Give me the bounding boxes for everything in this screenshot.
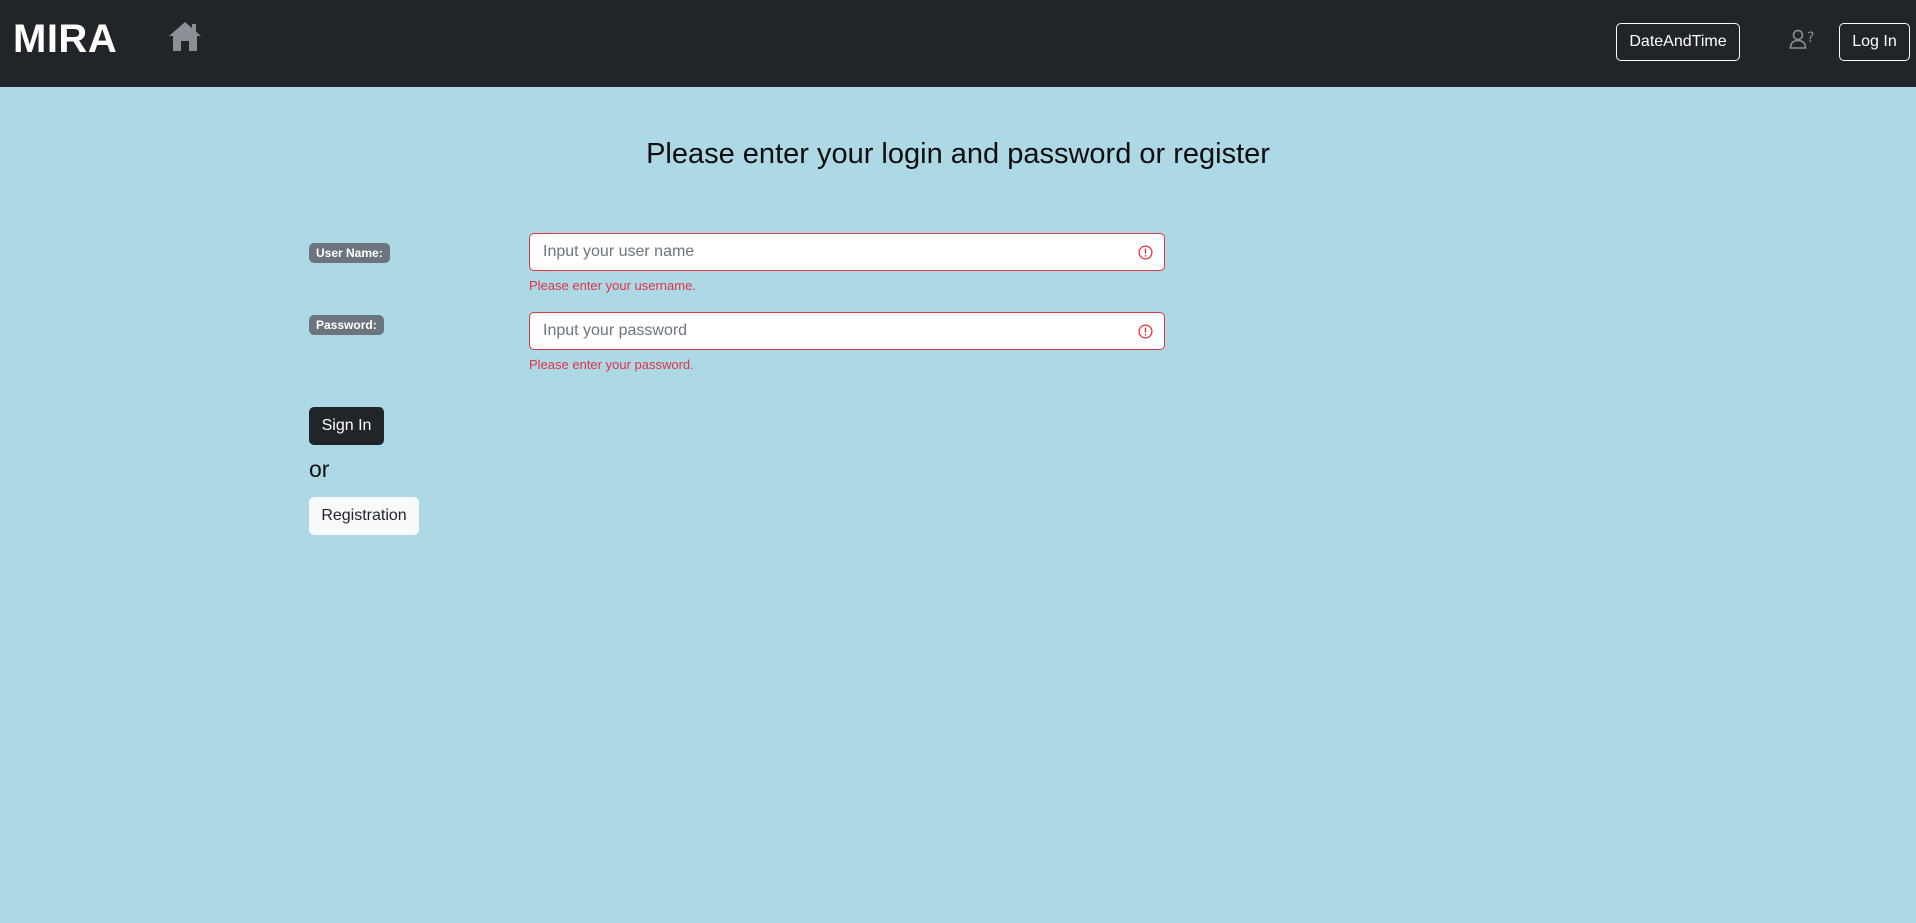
page-title: Please enter your login and password or … bbox=[646, 138, 1270, 170]
home-icon[interactable] bbox=[167, 19, 203, 53]
password-error: Please enter your password. bbox=[529, 357, 694, 372]
error-icon bbox=[1138, 245, 1153, 260]
username-field-wrapper bbox=[529, 233, 1165, 271]
password-label: Password: bbox=[309, 315, 384, 335]
error-icon bbox=[1138, 324, 1153, 339]
username-label: User Name: bbox=[309, 243, 390, 263]
user-question-icon[interactable]: ? bbox=[1789, 28, 1817, 52]
login-button[interactable]: Log In bbox=[1839, 23, 1910, 61]
username-error: Please enter your username. bbox=[529, 278, 696, 293]
brand-logo[interactable]: MIRA bbox=[13, 14, 117, 64]
top-navbar: MIRA DateAndTime ? Log In bbox=[0, 0, 1916, 87]
svg-text:?: ? bbox=[1807, 30, 1814, 46]
date-and-time-button[interactable]: DateAndTime bbox=[1616, 23, 1740, 61]
or-separator: or bbox=[309, 456, 330, 482]
registration-button[interactable]: Registration bbox=[309, 497, 419, 535]
username-input[interactable] bbox=[530, 234, 1164, 270]
password-field-wrapper bbox=[529, 312, 1165, 350]
sign-in-button[interactable]: Sign In bbox=[309, 407, 384, 445]
password-input[interactable] bbox=[530, 313, 1164, 349]
